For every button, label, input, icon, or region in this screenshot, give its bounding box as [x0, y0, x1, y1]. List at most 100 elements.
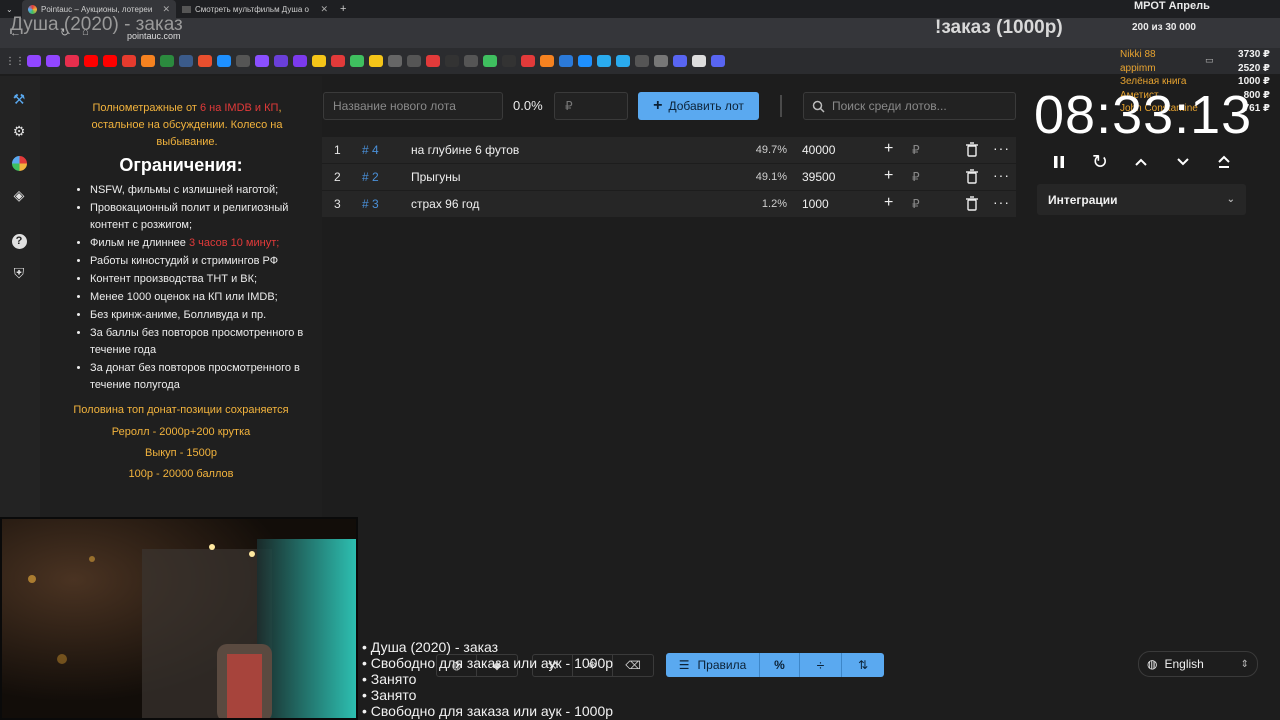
bookmark-icon[interactable]	[255, 55, 269, 67]
integrations-accordion[interactable]: Интеграции ⌄	[1037, 184, 1246, 215]
bookmark-icon[interactable]	[635, 55, 649, 67]
bookmark-icon[interactable]	[597, 55, 611, 67]
bookmark-icon[interactable]	[350, 55, 364, 67]
lot-name[interactable]: страх 96 год	[411, 197, 479, 211]
restriction-item: Провокационный полит и религиозный конте…	[90, 200, 316, 234]
delete-trash-icon[interactable]	[965, 196, 979, 214]
chevron-up-icon[interactable]	[1130, 151, 1152, 173]
toolbar-divider	[780, 95, 782, 117]
bookmark-icon[interactable]	[122, 55, 136, 67]
new-lot-price-input[interactable]: ₽	[554, 92, 628, 120]
bookmark-icon[interactable]	[103, 55, 117, 67]
tab-cartoon[interactable]: Смотреть мультфильм Душа о ✕	[176, 0, 334, 18]
address-bar: ← ↻ ⌂ pointauc.com	[0, 18, 1280, 48]
tab-favicon-icon	[28, 4, 37, 14]
lot-position: 3	[334, 197, 341, 211]
reset-icon[interactable]: ↻	[1089, 151, 1111, 173]
compress-icon[interactable]: ÷	[800, 653, 842, 677]
add-amount-icon[interactable]: +	[884, 140, 893, 158]
bookmark-icon[interactable]	[388, 55, 402, 67]
order-queue: • Душа (2020) - заказ • Свободно для зак…	[362, 639, 613, 719]
bookmark-icon[interactable]	[711, 55, 725, 67]
restriction-text: Контент производства ТНТ и ВК;	[90, 273, 258, 285]
percent-toggle[interactable]: %	[760, 653, 800, 677]
ruble-icon[interactable]: ₽	[912, 170, 920, 184]
bookmark-icon[interactable]	[198, 55, 212, 67]
tab-title: Pointauc – Аукционы, лотереи	[41, 4, 153, 14]
lot-amount[interactable]: 1000	[802, 197, 829, 211]
bookmark-icon[interactable]	[236, 55, 250, 67]
pause-icon[interactable]	[1048, 151, 1070, 173]
layers-icon[interactable]: ◈	[9, 185, 29, 205]
lot-id[interactable]: # 2	[362, 170, 379, 184]
bookmark-icon[interactable]	[160, 55, 174, 67]
restriction-text: За баллы без повторов просмотренного в т…	[90, 327, 304, 356]
bookmark-icon[interactable]	[217, 55, 231, 67]
bookmark-icon[interactable]	[464, 55, 478, 67]
bookmark-icon[interactable]	[84, 55, 98, 67]
new-lot-name-input[interactable]: Название нового лота	[323, 92, 503, 120]
more-options-icon[interactable]: ···	[993, 167, 1010, 183]
new-tab-button[interactable]: +	[334, 0, 352, 18]
add-lot-label: Добавить лот	[668, 99, 744, 113]
bookmark-icon[interactable]	[692, 55, 706, 67]
bookmark-icon[interactable]	[654, 55, 668, 67]
lot-name[interactable]: Прыгуны	[411, 170, 461, 184]
shield-icon[interactable]: ⛨	[9, 263, 29, 283]
delete-trash-icon[interactable]	[965, 169, 979, 187]
globe-icon: ◍	[1147, 657, 1158, 671]
chevron-down-icon[interactable]	[1172, 151, 1194, 173]
settings-gear-icon[interactable]: ⚙	[9, 121, 29, 141]
auction-hammer-icon[interactable]: ⚒	[9, 89, 29, 109]
search-icon	[812, 100, 825, 113]
search-placeholder: Поиск среди лотов...	[832, 99, 947, 113]
bookmark-icon[interactable]	[502, 55, 516, 67]
add-lot-button[interactable]: + Добавить лот	[638, 92, 759, 120]
add-amount-icon[interactable]: +	[884, 194, 893, 212]
help-icon[interactable]: ?	[9, 231, 29, 251]
bookmark-icon[interactable]	[559, 55, 573, 67]
bookmark-icon[interactable]	[673, 55, 687, 67]
sort-icon[interactable]: ⇅	[842, 653, 884, 677]
bookmark-icon[interactable]	[616, 55, 630, 67]
lot-id[interactable]: # 4	[362, 143, 379, 157]
delete-trash-icon[interactable]	[965, 142, 979, 160]
bookmark-icon[interactable]	[46, 55, 60, 67]
bookmark-icon[interactable]	[369, 55, 383, 67]
bookmark-icon[interactable]	[27, 55, 41, 67]
restriction-text: Менее 1000 оценок на КП или IMDB;	[90, 291, 278, 303]
rules-button[interactable]: ☰ Правила	[666, 653, 760, 677]
double-chevron-up-icon[interactable]	[1213, 151, 1235, 173]
ruble-icon[interactable]: ₽	[912, 197, 920, 211]
bookmark-icon[interactable]	[445, 55, 459, 67]
bookmark-icon[interactable]	[293, 55, 307, 67]
ruble-icon[interactable]: ₽	[912, 143, 920, 157]
restriction-text: Без кринж-аниме, Болливуда и пр.	[90, 309, 267, 321]
clear-list-icon[interactable]: ⌫	[613, 655, 653, 676]
bookmark-icon[interactable]	[312, 55, 326, 67]
bookmark-icon[interactable]	[274, 55, 288, 67]
more-options-icon[interactable]: ···	[993, 194, 1010, 210]
bookmark-icon[interactable]	[331, 55, 345, 67]
bookmark-icon[interactable]	[521, 55, 535, 67]
lot-amount[interactable]: 40000	[802, 143, 835, 157]
lot-amount[interactable]: 39500	[802, 170, 835, 184]
lot-id[interactable]: # 3	[362, 197, 379, 211]
bookmark-icon[interactable]	[179, 55, 193, 67]
bookmark-icon[interactable]	[483, 55, 497, 67]
close-tab-icon[interactable]: ✕	[320, 4, 328, 15]
bookmark-icon[interactable]	[65, 55, 79, 67]
add-amount-icon[interactable]: +	[884, 167, 893, 185]
lot-search-input[interactable]: Поиск среди лотов...	[803, 92, 1016, 120]
lot-name[interactable]: на глубине 6 футов	[411, 143, 519, 157]
bookmark-icon[interactable]	[141, 55, 155, 67]
bookmark-icon[interactable]	[407, 55, 421, 67]
language-select[interactable]: ◍ English ⇕	[1138, 651, 1258, 677]
apps-grid-icon[interactable]: ⋮⋮	[5, 55, 25, 67]
bookmark-icon[interactable]	[426, 55, 440, 67]
more-options-icon[interactable]: ···	[993, 140, 1010, 156]
wheel-chart-icon[interactable]	[9, 153, 29, 173]
bookmark-icon[interactable]	[540, 55, 554, 67]
bookmark-icon[interactable]	[578, 55, 592, 67]
close-tab-icon[interactable]: ✕	[162, 4, 170, 15]
